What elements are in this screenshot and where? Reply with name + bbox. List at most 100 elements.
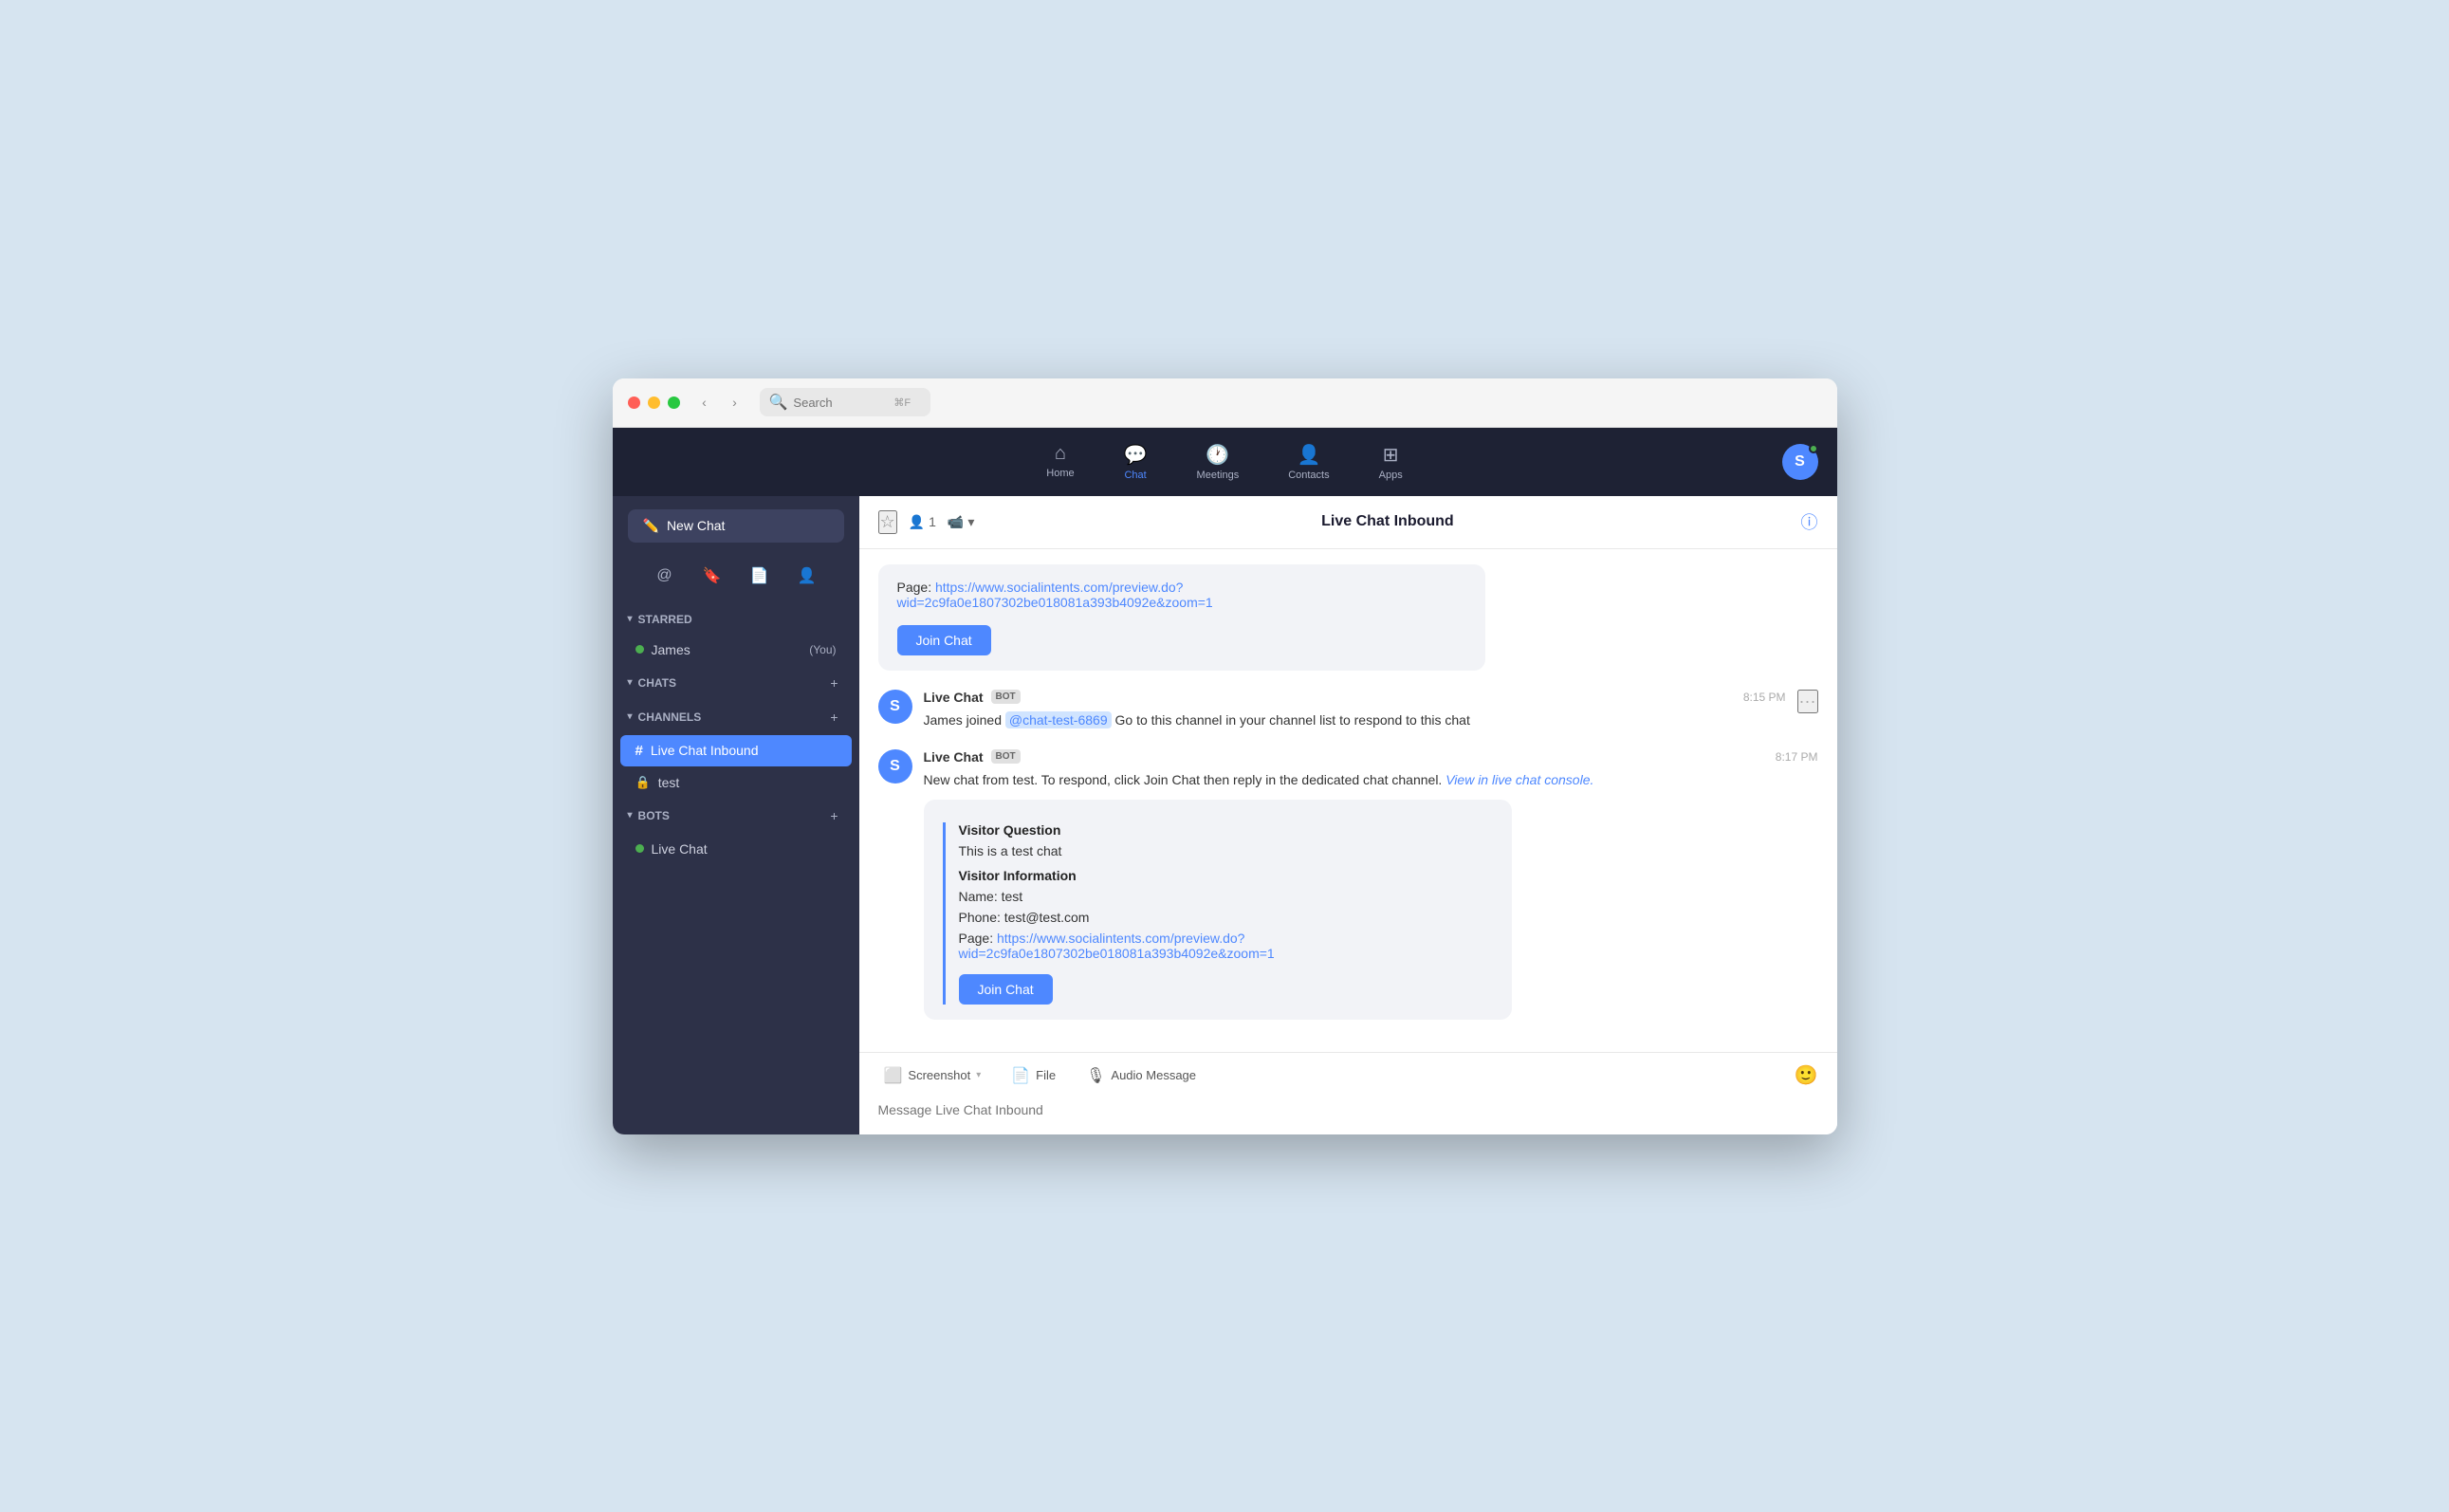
section-starred: ▾ STARRED James (You): [613, 605, 859, 666]
search-shortcut: ⌘F: [893, 396, 911, 409]
contacts-icon: 👤: [1297, 443, 1320, 467]
section-channels-header[interactable]: ▾ CHANNELS +: [613, 700, 859, 734]
live-chat-bot-label: Live Chat: [652, 841, 837, 857]
main-layout: ✏️ New Chat @ 🔖 📄 👤 ▾ STARRED James (You…: [613, 496, 1837, 1134]
msg-time-3: 8:17 PM: [1776, 750, 1818, 764]
person-icon-btn[interactable]: 👤: [791, 560, 823, 592]
visitor-name-3: Name: test: [959, 889, 1493, 904]
james-online-dot: [635, 645, 644, 654]
search-bar[interactable]: 🔍 ⌘F: [760, 388, 930, 416]
back-arrow[interactable]: ‹: [691, 389, 718, 415]
nav-item-apps[interactable]: ⊞ Apps: [1370, 437, 1412, 487]
section-chats-header[interactable]: ▾ CHATS +: [613, 666, 859, 700]
visitor-phone-3: Phone: test@test.com: [959, 910, 1493, 925]
forward-arrow[interactable]: ›: [722, 389, 748, 415]
emoji-button[interactable]: 🙂: [1795, 1063, 1818, 1087]
bookmark-icon-btn[interactable]: 🔖: [696, 560, 728, 592]
screenshot-button[interactable]: ⬜ Screenshot ▾: [878, 1062, 987, 1089]
live-chat-bot-dot: [635, 844, 644, 853]
chat-messages: Page: https://www.socialintents.com/prev…: [859, 549, 1837, 1052]
join-chat-button-1[interactable]: Join Chat: [897, 625, 991, 655]
chat-header: ☆ 👤 1 📹 ▾ Live Chat Inbound ⓘ: [859, 496, 1837, 549]
chat-header-left: ☆ 👤 1 📹 ▾: [878, 510, 975, 534]
channels-add-button[interactable]: +: [825, 708, 844, 727]
page-url-link-1[interactable]: https://www.socialintents.com/preview.do…: [897, 580, 1213, 610]
sidebar: ✏️ New Chat @ 🔖 📄 👤 ▾ STARRED James (You…: [613, 496, 859, 1134]
dropdown-arrow-icon: ▾: [967, 514, 974, 530]
page-label-1: Page: https://www.socialintents.com/prev…: [897, 580, 1466, 610]
chats-add-button[interactable]: +: [825, 673, 844, 692]
info-button[interactable]: ⓘ: [1801, 509, 1818, 534]
channels-arrow-icon: ▾: [628, 711, 633, 722]
bot-avatar-2: S: [878, 690, 912, 724]
video-icon: 📹: [948, 514, 964, 530]
bot-message-body-3: S Live Chat BOT 8:17 PM New chat from te: [878, 749, 1818, 1020]
info-card-3: Visitor Question This is a test chat Vis…: [924, 800, 1512, 1020]
document-icon-btn[interactable]: 📄: [744, 560, 776, 592]
nav-arrows: ‹ ›: [691, 389, 748, 415]
home-label: Home: [1046, 468, 1074, 479]
user-count-button[interactable]: 👤 1: [909, 514, 936, 530]
meetings-icon: 🕐: [1206, 443, 1229, 467]
test-channel-label: test: [658, 775, 837, 790]
message-input[interactable]: [878, 1102, 1818, 1117]
sidebar-item-james[interactable]: James (You): [620, 635, 852, 665]
message-card-1: Page: https://www.socialintents.com/prev…: [878, 564, 1485, 671]
bot-name-3: Live Chat: [924, 749, 984, 765]
bot-message-content-2: Live Chat BOT 8:15 PM James joined @chat…: [924, 690, 1786, 730]
message-row-1: Page: https://www.socialintents.com/prev…: [878, 564, 1818, 671]
live-chat-inbound-label: Live Chat Inbound: [651, 743, 837, 758]
chat-toolbar: ⬜ Screenshot ▾ 📄 File 🎙 Audio Message 🙂: [859, 1052, 1837, 1095]
person-icon: 👤: [909, 514, 925, 530]
nav-item-contacts[interactable]: 👤 Contacts: [1279, 437, 1338, 487]
section-bots: ▾ BOTS + Live Chat: [613, 799, 859, 865]
meetings-label: Meetings: [1197, 470, 1240, 481]
audio-button[interactable]: 🎙 Audio Message: [1080, 1062, 1202, 1089]
chat-label: Chat: [1124, 470, 1146, 481]
traffic-lights: [628, 396, 680, 409]
message-row-3: S Live Chat BOT 8:17 PM New chat from te: [878, 749, 1818, 1020]
page-link-3[interactable]: https://www.socialintents.com/preview.do…: [959, 931, 1275, 961]
app-avatar[interactable]: S: [1782, 444, 1818, 480]
bot-header-left-2: Live Chat BOT: [924, 690, 1021, 705]
nav-item-home[interactable]: ⌂ Home: [1037, 437, 1083, 487]
bots-add-button[interactable]: +: [825, 806, 844, 825]
nav-item-meetings[interactable]: 🕐 Meetings: [1188, 437, 1249, 487]
message-more-button-2[interactable]: ···: [1797, 690, 1818, 713]
sidebar-item-live-chat-inbound[interactable]: # Live Chat Inbound: [620, 735, 852, 766]
sidebar-item-test[interactable]: 🔒 test: [620, 767, 852, 798]
maximize-button[interactable]: [668, 396, 680, 409]
sidebar-item-live-chat-bot[interactable]: Live Chat: [620, 834, 852, 864]
mention-icon-btn[interactable]: @: [649, 560, 681, 592]
title-bar: ‹ › 🔍 ⌘F: [613, 378, 1837, 428]
section-bots-header[interactable]: ▾ BOTS +: [613, 799, 859, 833]
new-chat-button[interactable]: ✏️ New Chat: [628, 509, 844, 543]
video-call-button[interactable]: 📹 ▾: [948, 514, 974, 530]
new-chat-icon: ✏️: [643, 518, 659, 534]
contacts-label: Contacts: [1288, 470, 1329, 481]
join-chat-button-3[interactable]: Join Chat: [959, 974, 1053, 1005]
file-label: File: [1036, 1068, 1056, 1082]
minimize-button[interactable]: [648, 396, 660, 409]
bot-message-body-2: S Live Chat BOT 8:15 PM James joined @ch: [878, 690, 1818, 730]
file-button[interactable]: 📄 File: [1005, 1062, 1061, 1089]
starred-arrow-icon: ▾: [628, 614, 633, 624]
chat-area: ☆ 👤 1 📹 ▾ Live Chat Inbound ⓘ: [859, 496, 1837, 1134]
view-link-3[interactable]: View in live chat console.: [1445, 772, 1593, 787]
chats-arrow-icon: ▾: [628, 677, 633, 688]
lock-icon: 🔒: [635, 775, 651, 790]
apps-icon: ⊞: [1383, 443, 1399, 467]
search-input[interactable]: [793, 396, 888, 410]
section-starred-header[interactable]: ▾ STARRED: [613, 605, 859, 634]
msg-text-before-2: James joined: [924, 712, 1005, 728]
bot-avatar-3: S: [878, 749, 912, 784]
app-window: ‹ › 🔍 ⌘F ⌂ Home 💬 Chat 🕐 Meetings: [613, 378, 1837, 1134]
apps-label: Apps: [1379, 470, 1403, 481]
star-button[interactable]: ☆: [878, 510, 897, 534]
nav-item-chat[interactable]: 💬 Chat: [1114, 437, 1157, 487]
close-button[interactable]: [628, 396, 640, 409]
chat-icon: 💬: [1124, 443, 1148, 467]
message-row-2: S Live Chat BOT 8:15 PM James joined @ch: [878, 690, 1818, 730]
audio-label: Audio Message: [1111, 1068, 1196, 1082]
screenshot-icon: ⬜: [884, 1066, 903, 1085]
